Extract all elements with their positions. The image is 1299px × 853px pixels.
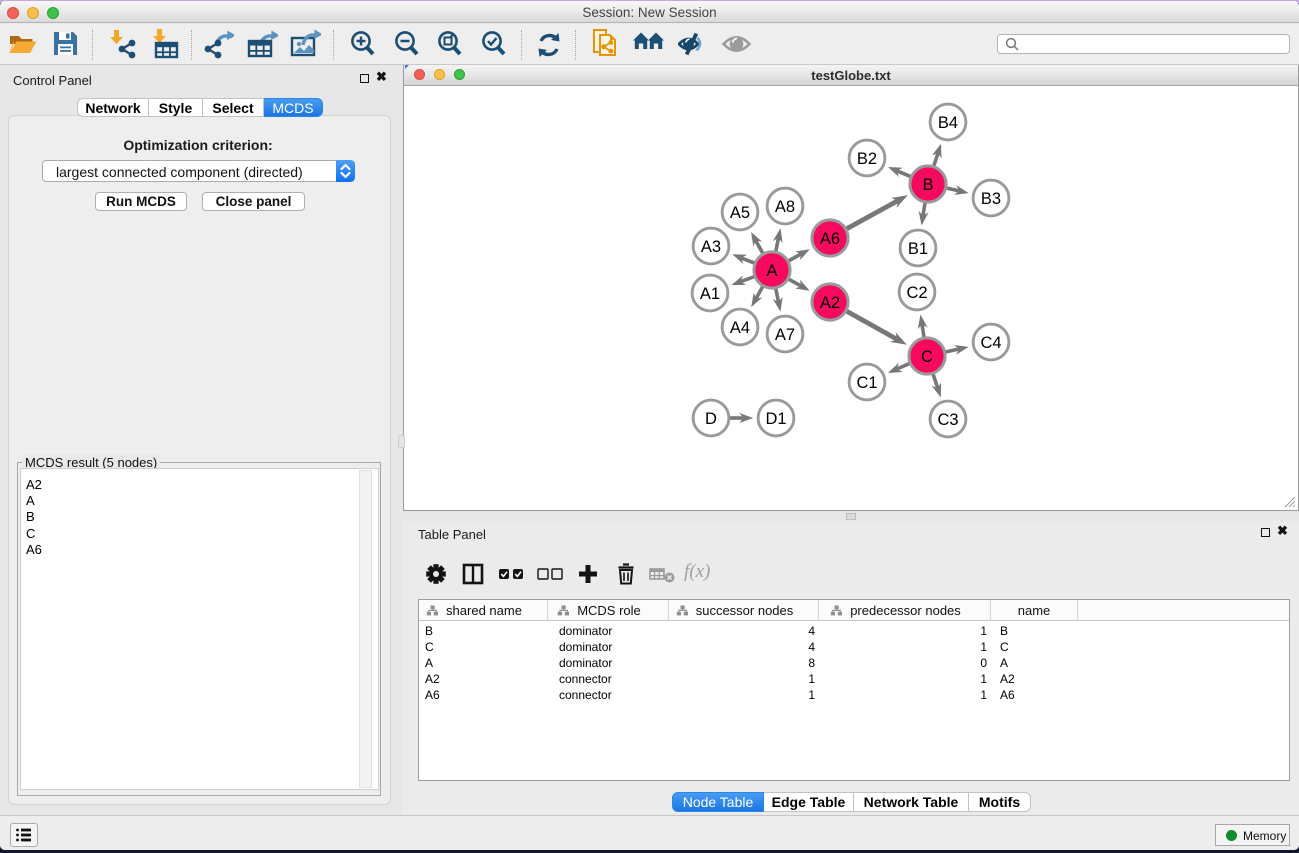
svg-text:C4: C4 <box>980 334 1001 352</box>
svg-text:A4: A4 <box>730 319 750 337</box>
svg-text:C: C <box>921 348 933 366</box>
svg-text:A6: A6 <box>820 230 840 248</box>
svg-text:A8: A8 <box>775 198 795 216</box>
svg-text:C3: C3 <box>937 411 958 429</box>
svg-text:B2: B2 <box>857 150 877 168</box>
svg-text:B4: B4 <box>938 114 958 132</box>
svg-text:A7: A7 <box>775 326 795 344</box>
svg-text:A3: A3 <box>701 238 721 256</box>
svg-text:A5: A5 <box>730 204 750 222</box>
svg-text:C1: C1 <box>856 374 877 392</box>
svg-text:A1: A1 <box>700 285 720 303</box>
svg-text:D: D <box>705 410 717 428</box>
svg-text:A: A <box>766 262 777 280</box>
svg-text:A2: A2 <box>820 294 840 312</box>
svg-text:D1: D1 <box>765 410 786 428</box>
svg-text:B1: B1 <box>908 240 928 258</box>
svg-text:B: B <box>922 176 933 194</box>
svg-text:B3: B3 <box>981 190 1001 208</box>
svg-text:C2: C2 <box>906 284 927 302</box>
